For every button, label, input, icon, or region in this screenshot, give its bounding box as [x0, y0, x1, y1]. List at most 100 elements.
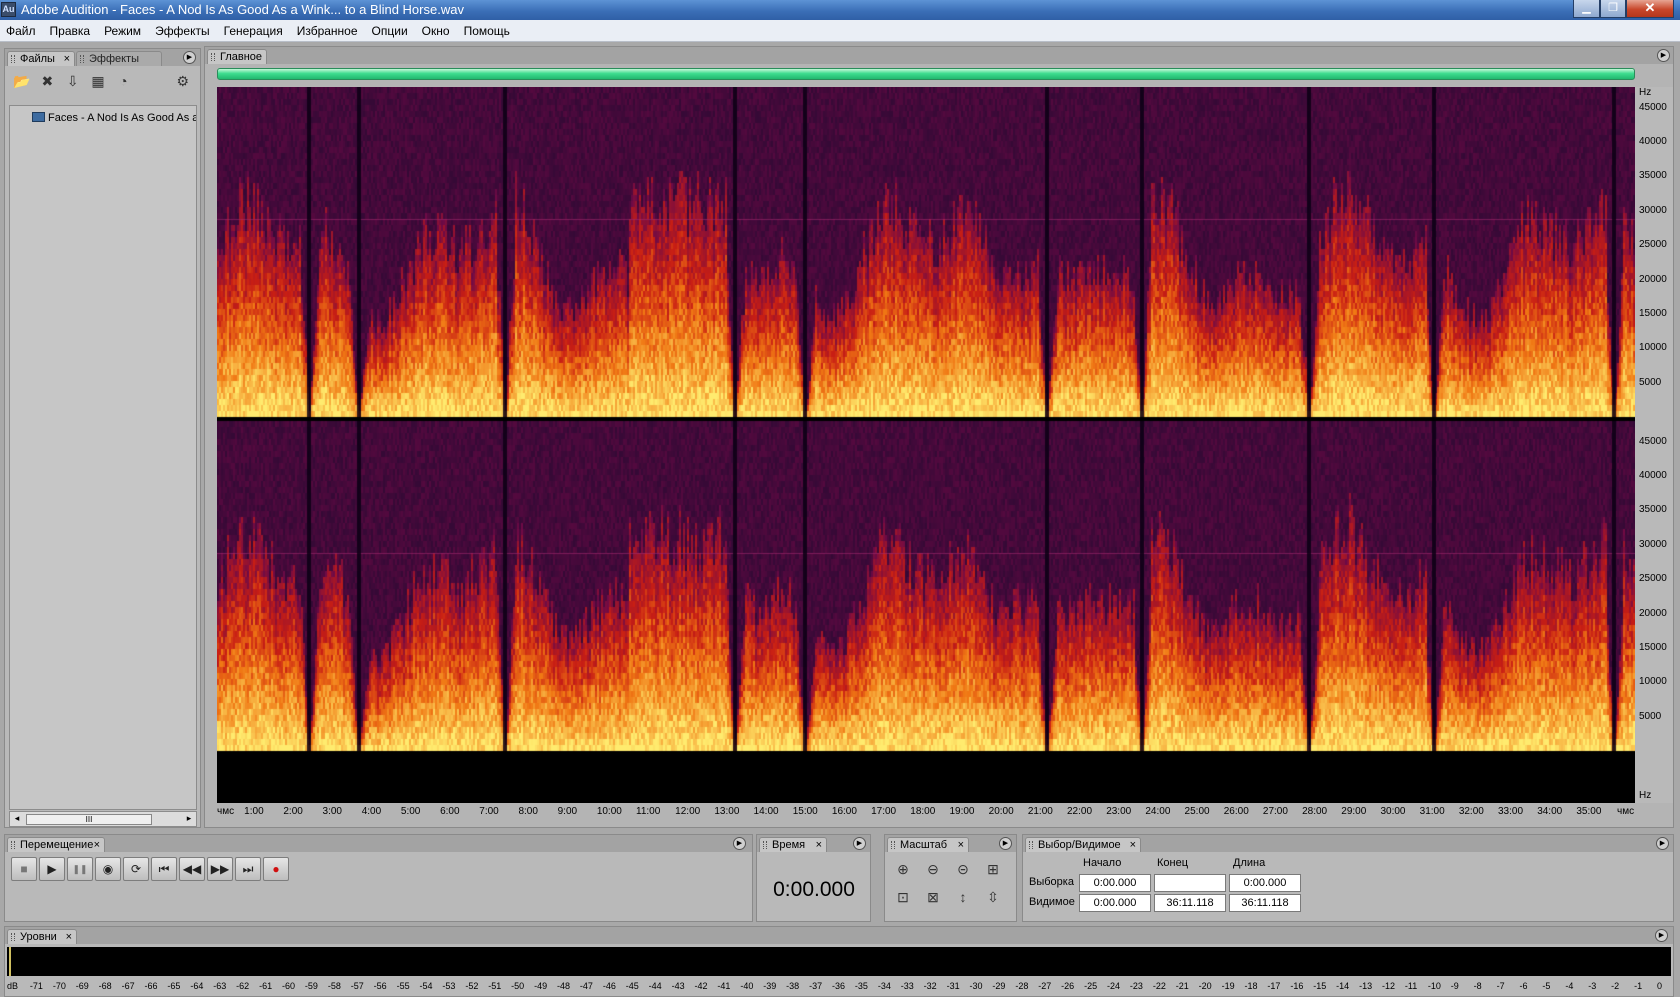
- close-tab-icon[interactable]: ×: [816, 838, 822, 852]
- close-tab-icon[interactable]: ×: [958, 838, 964, 852]
- view-start-field[interactable]: 0:00.000: [1079, 894, 1151, 912]
- transport-panel-header: [5, 835, 752, 852]
- go-to-end-button[interactable]: ⏭: [235, 857, 261, 881]
- panel-menu-icon[interactable]: ▶: [1655, 929, 1668, 942]
- stop-button[interactable]: ■: [11, 857, 37, 881]
- spectrogram-canvas[interactable]: [217, 87, 1635, 803]
- panel-menu-icon[interactable]: ▶: [733, 837, 746, 850]
- time-label: 8:00: [518, 806, 538, 817]
- menu-options[interactable]: Опции: [365, 20, 415, 42]
- zoom-out-full-icon[interactable]: ⊝: [951, 857, 975, 881]
- zoom-left-edge-icon[interactable]: ⊡: [891, 885, 915, 909]
- tab-files[interactable]: Файлы ×: [7, 51, 75, 66]
- panel-menu-icon[interactable]: ▶: [1657, 49, 1670, 62]
- tab-main[interactable]: Главное: [207, 49, 267, 64]
- db-label: -58: [327, 981, 341, 991]
- close-tab-icon[interactable]: ×: [1130, 838, 1136, 852]
- zoom-out-vertical-icon[interactable]: ⇳: [981, 885, 1005, 909]
- column-start-label: Начало: [1083, 857, 1122, 869]
- loop-button[interactable]: ⟳: [123, 857, 149, 881]
- scroll-thumb[interactable]: III: [26, 814, 152, 825]
- spectral-view[interactable]: [217, 87, 1635, 803]
- menu-favorites[interactable]: Избранное: [290, 20, 365, 42]
- tab-effects[interactable]: Эффекты: [76, 51, 162, 66]
- rewind-button[interactable]: ◀◀: [179, 857, 205, 881]
- db-label: -10: [1427, 981, 1441, 991]
- panel-menu-icon[interactable]: ▶: [1656, 837, 1669, 850]
- file-name: Faces - A Nod Is As Good As a Wink... to…: [48, 112, 196, 124]
- files-list: Faces - A Nod Is As Good As a Wink... to…: [9, 105, 197, 810]
- db-label: -54: [419, 981, 433, 991]
- db-label: -13: [1359, 981, 1373, 991]
- go-to-start-button[interactable]: ⏮: [151, 857, 177, 881]
- db-label: -66: [144, 981, 158, 991]
- menu-bar: Файл Правка Режим Эффекты Генерация Избранное…: [0, 20, 1680, 42]
- menu-help[interactable]: Помощь: [457, 20, 517, 42]
- db-scale: dB -71 -70 -69 -68 -67 -66 -65 -64 -63 -62 -61 -60 -5…: [7, 979, 1671, 995]
- selection-end-field[interactable]: [1154, 874, 1226, 892]
- menu-generate[interactable]: Генерация: [217, 20, 290, 42]
- maximize-button[interactable]: ❐: [1600, 0, 1626, 18]
- fast-forward-button[interactable]: ▶▶: [207, 857, 233, 881]
- import-icon[interactable]: ⇩: [62, 71, 84, 91]
- tab-transport[interactable]: Перемещение ×: [7, 837, 105, 852]
- close-button[interactable]: ✕: [1626, 0, 1674, 18]
- view-end-field[interactable]: 36:11.118: [1154, 894, 1226, 912]
- menu-effects[interactable]: Эффекты: [148, 20, 217, 42]
- db-label: -68: [98, 981, 112, 991]
- minimize-button[interactable]: ▁: [1573, 0, 1600, 18]
- options-icon[interactable]: ⚙: [172, 71, 194, 91]
- zoom-in-vertical-icon[interactable]: ↕: [951, 885, 975, 909]
- close-tab-icon[interactable]: ×: [94, 838, 100, 852]
- tab-selection-view[interactable]: Выбор/Видимое ×: [1025, 837, 1141, 852]
- open-file-icon[interactable]: 📂: [11, 71, 33, 91]
- close-tab-icon[interactable]: ×: [66, 930, 72, 944]
- play-to-end-button[interactable]: ◉: [95, 857, 121, 881]
- tab-zoom[interactable]: Масштаб ×: [887, 837, 969, 852]
- db-label: -11: [1404, 981, 1418, 991]
- zoom-out-horizontal-icon[interactable]: ⊖: [921, 857, 945, 881]
- time-label: 1:00: [244, 806, 264, 817]
- scroll-right-icon[interactable]: ▸: [183, 813, 195, 824]
- autoplay-icon[interactable]: ◔: [112, 71, 134, 91]
- db-label: -63: [213, 981, 227, 991]
- pause-button[interactable]: ❚❚: [67, 857, 93, 881]
- record-button[interactable]: ●: [263, 857, 289, 881]
- panel-menu-icon[interactable]: ▶: [183, 51, 196, 64]
- selection-start-field[interactable]: 0:00.000: [1079, 874, 1151, 892]
- time-label: 17:00: [871, 806, 897, 817]
- time-ruler[interactable]: чмс 1:00 2:00 3:00 4:00 5:00 6:00 7:00 8:00 9:00 1…: [217, 803, 1673, 827]
- db-label: -30: [969, 981, 983, 991]
- menu-window[interactable]: Окно: [415, 20, 457, 42]
- time-display: 0:00.000: [773, 878, 855, 901]
- menu-edit[interactable]: Правка: [43, 20, 98, 42]
- close-tab-icon[interactable]: ×: [64, 52, 70, 66]
- close-icon: ✕: [1644, 0, 1656, 15]
- selection-length-field[interactable]: 0:00.000: [1229, 874, 1301, 892]
- zoom-selection-icon[interactable]: ⊞: [981, 857, 1005, 881]
- column-length-label: Длина: [1233, 857, 1266, 869]
- tab-levels[interactable]: Уровни ×: [7, 929, 77, 944]
- db-label: -45: [625, 981, 639, 991]
- db-label: -33: [900, 981, 914, 991]
- zoom-right-edge-icon[interactable]: ⊠: [921, 885, 945, 909]
- panel-menu-icon[interactable]: ▶: [853, 837, 866, 850]
- tab-time[interactable]: Время ×: [759, 837, 827, 852]
- db-label: -71: [29, 981, 43, 991]
- scroll-left-icon[interactable]: ◂: [11, 813, 23, 824]
- files-scrollbar[interactable]: ◂ III ▸: [9, 811, 197, 827]
- overview-bar[interactable]: [217, 68, 1635, 80]
- menu-view[interactable]: Режим: [97, 20, 148, 42]
- panel-menu-icon[interactable]: ▶: [999, 837, 1012, 850]
- time-label: 31:00: [1419, 806, 1445, 817]
- db-label: -62: [236, 981, 250, 991]
- play-button[interactable]: ▶: [39, 857, 65, 881]
- time-label: 28:00: [1302, 806, 1328, 817]
- insert-icon[interactable]: ▦: [87, 71, 109, 91]
- zoom-in-horizontal-icon[interactable]: ⊕: [891, 857, 915, 881]
- menu-file[interactable]: Файл: [0, 20, 43, 42]
- file-item[interactable]: Faces - A Nod Is As Good As a Wink... to…: [32, 112, 196, 124]
- close-file-icon[interactable]: ✖: [36, 71, 58, 91]
- view-length-field[interactable]: 36:11.118: [1229, 894, 1301, 912]
- files-toolbar: 📂 ✖ ⇩ ▦ ◔ ⚙: [11, 71, 197, 91]
